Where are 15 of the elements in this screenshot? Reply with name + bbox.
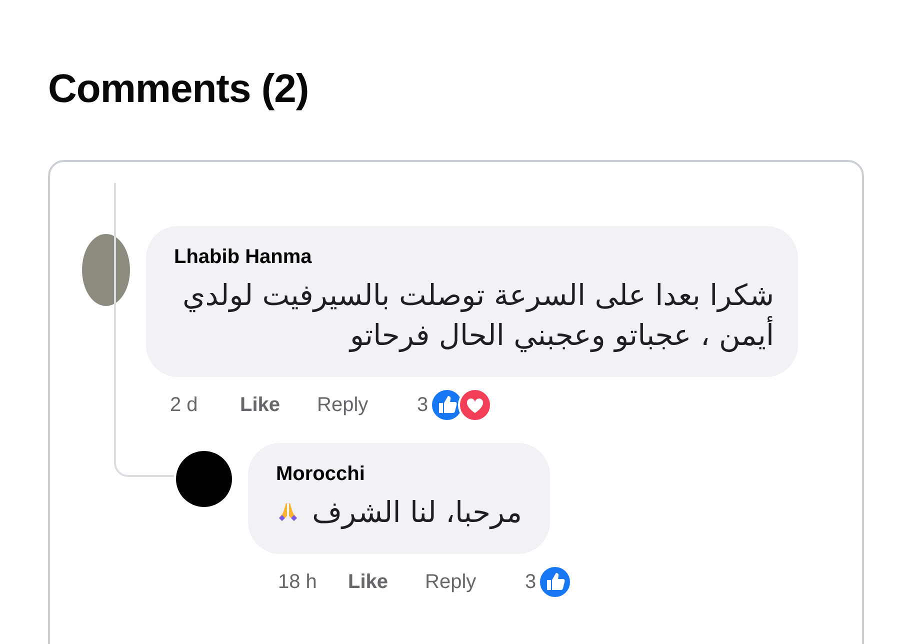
timestamp: 18 h (278, 570, 318, 594)
reaction-count: 3 (417, 394, 428, 416)
comment-text: شكرا بعدا على السرعة توصلت بالسيرفيت لولدي أيمن ، عجباتو وعجبني الحال فرحاتو (182, 278, 774, 352)
author-name[interactable]: Lhabib Hanma (174, 246, 774, 269)
timestamp: 2 d (170, 394, 199, 416)
like-link[interactable]: Like (240, 394, 317, 416)
reaction-count: 3 (525, 570, 536, 594)
comment-text: مرحبا، لنا الشرف (312, 494, 522, 532)
reply-link[interactable]: Reply (425, 570, 525, 594)
like-link[interactable]: Like (348, 570, 425, 594)
section-heading: Comments (2) (48, 66, 310, 113)
praying-hands-icon (276, 500, 300, 524)
reply-link[interactable]: Reply (317, 394, 417, 416)
thumbs-up-icon (538, 565, 572, 599)
author-name[interactable]: Morocchi (276, 463, 522, 486)
